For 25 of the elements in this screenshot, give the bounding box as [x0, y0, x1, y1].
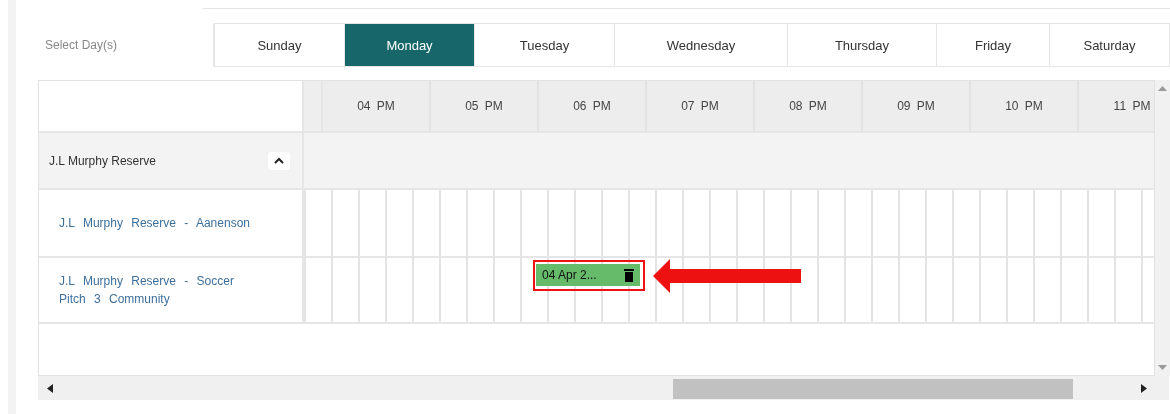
booking-label: 04 Apr 2... [542, 268, 597, 282]
group-name: J.L Murphy Reserve [49, 153, 156, 168]
day-tab[interactable]: Monday [344, 24, 474, 66]
hour-header: 09 PM [863, 81, 971, 131]
hour-header: 07 PM [647, 81, 755, 131]
booking-block[interactable]: 04 Apr 2... [536, 264, 640, 286]
scroll-up-icon[interactable] [1158, 86, 1167, 91]
resource-link[interactable]: J.L Murphy Reserve - Aanenson [49, 214, 259, 232]
collapse-button[interactable] [268, 151, 290, 170]
scroll-down-icon[interactable] [1158, 365, 1167, 370]
scrollbar-thumb[interactable] [673, 379, 1073, 399]
hour-header: 10 PM [971, 81, 1079, 131]
select-days-label: Select Day(s) [44, 38, 119, 52]
chevron-up-icon [274, 157, 284, 164]
horizontal-scrollbar[interactable] [38, 376, 1169, 400]
hour-header: 05 PM [431, 81, 539, 131]
trash-icon[interactable] [624, 268, 634, 282]
scroll-left-icon[interactable] [47, 383, 53, 393]
resource-link[interactable]: J.L Murphy Reserve - Soccer Pitch 3 Community [49, 272, 259, 308]
hour-header: 06 PM [539, 81, 647, 131]
scroll-right-icon[interactable] [1141, 383, 1147, 393]
hour-header: 08 PM [755, 81, 863, 131]
hour-header: 11 PM [1079, 81, 1154, 131]
vertical-scrollbar[interactable] [1155, 80, 1170, 376]
hour-header: 04 PM [323, 81, 431, 131]
